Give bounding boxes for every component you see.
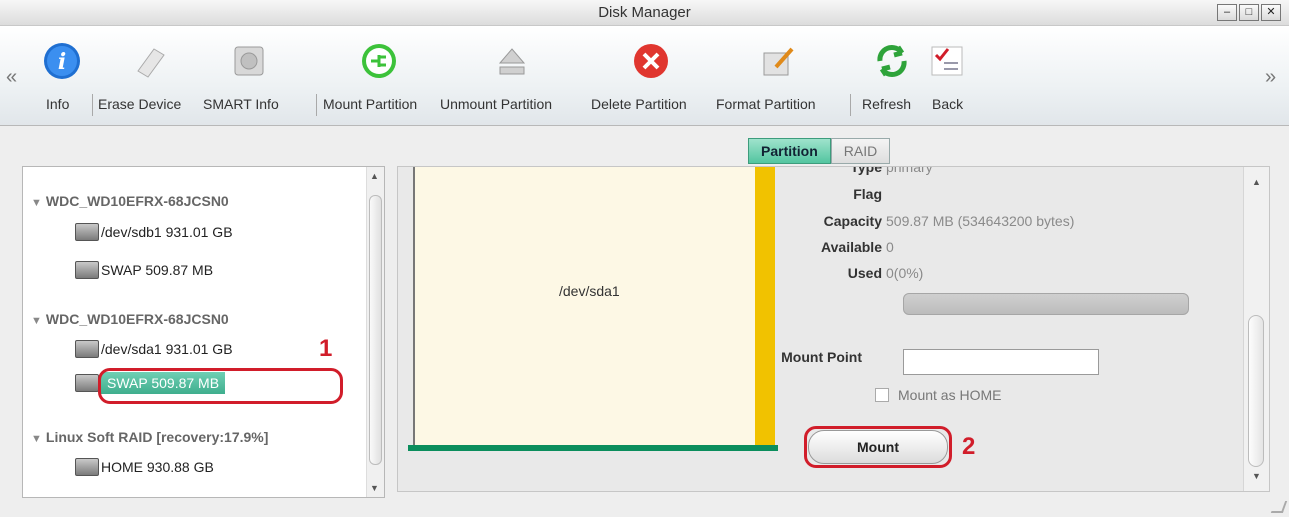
refresh-button[interactable]: Refresh xyxy=(858,26,922,126)
resize-grip-icon[interactable] xyxy=(1270,501,1288,513)
annotation-2: 2 xyxy=(962,433,976,460)
tree-item-swap-1[interactable]: SWAP 509.87 MB xyxy=(75,261,213,279)
available-label: Available xyxy=(821,239,882,255)
eraser-icon xyxy=(137,48,165,78)
tree-item-label: /dev/sdb1 931.01 GB xyxy=(101,224,233,240)
tree-item-label: SWAP 509.87 MB xyxy=(101,262,214,278)
delete-icon xyxy=(634,44,668,78)
tree-item-label: HOME 930.88 GB xyxy=(101,459,214,475)
tree-item-sdb1[interactable]: /dev/sdb1 931.01 GB xyxy=(75,223,233,241)
available-value: 0 xyxy=(886,239,894,255)
expand-triangle-icon[interactable]: ▼ xyxy=(31,433,42,445)
toolbar-separator xyxy=(316,94,317,116)
used-value: 0(0%) xyxy=(886,265,924,281)
window-title: Disk Manager xyxy=(598,4,691,21)
swap-segment-bar[interactable] xyxy=(755,167,775,445)
tab-partition[interactable]: Partition xyxy=(748,138,831,164)
tree-scroll-thumb[interactable] xyxy=(369,195,382,465)
unmount-partition-button[interactable]: Unmount Partition xyxy=(440,26,588,126)
view-tabs: Partition RAID xyxy=(748,138,891,164)
delete-partition-button[interactable]: Delete Partition xyxy=(591,26,715,126)
format-partition-label: Format Partition xyxy=(716,96,816,112)
partition-detail-panel: /dev/sda1 Type primary Flag Capacity 509… xyxy=(397,166,1270,492)
eject-icon xyxy=(498,48,526,75)
mount-as-home-label: Mount as HOME xyxy=(898,387,1002,403)
plug-icon xyxy=(362,44,396,78)
disk-manager-window: Disk Manager – □ ✕ « » i Info Erase Devi… xyxy=(0,0,1289,517)
expand-triangle-icon[interactable]: ▼ xyxy=(31,197,42,209)
minimize-button[interactable]: – xyxy=(1217,4,1237,21)
scroll-up-icon[interactable]: ▲ xyxy=(370,171,379,181)
window-controls: – □ ✕ xyxy=(1217,4,1281,21)
delete-partition-label: Delete Partition xyxy=(591,96,687,112)
tree-group-raid[interactable]: ▼ Linux Soft RAID [recovery:17.9%] xyxy=(31,429,268,445)
tree-item-home[interactable]: HOME 930.88 GB xyxy=(75,458,214,476)
tree-group-label: WDC_WD10EFRX-68JCSN0 xyxy=(45,193,229,209)
toolbar: « » i Info Erase Device SMART Info Mount… xyxy=(0,26,1289,126)
hard-disk-icon xyxy=(75,261,99,279)
erase-device-label: Erase Device xyxy=(98,96,182,112)
capacity-label: Capacity xyxy=(823,213,882,229)
mount-point-label: Mount Point xyxy=(781,349,862,365)
tab-raid[interactable]: RAID xyxy=(830,138,891,164)
flag-label: Flag xyxy=(853,186,882,202)
svg-text:i: i xyxy=(58,49,66,75)
mount-partition-label: Mount Partition xyxy=(323,96,418,112)
smart-info-button[interactable]: SMART Info xyxy=(203,26,303,126)
hard-disk-icon xyxy=(75,340,99,358)
expand-triangle-icon[interactable]: ▼ xyxy=(31,315,42,327)
hard-disk-icon xyxy=(234,46,264,76)
scroll-down-icon[interactable]: ▼ xyxy=(1252,471,1261,481)
tree-scrollbar[interactable]: ▲ ▼ xyxy=(366,167,384,497)
smart-info-label: SMART Info xyxy=(203,96,279,112)
hard-disk-icon xyxy=(75,374,99,392)
tree-group-disk-2[interactable]: ▼ WDC_WD10EFRX-68JCSN0 xyxy=(31,311,229,327)
maximize-button[interactable]: □ xyxy=(1239,4,1259,21)
refresh-label: Refresh xyxy=(862,96,912,112)
annotation-1: 1 xyxy=(319,335,333,362)
capacity-value: 509.87 MB (534643200 bytes) xyxy=(886,213,1075,229)
type-value: primary xyxy=(886,166,933,175)
checklist-icon xyxy=(931,46,963,76)
info-label: Info xyxy=(46,96,70,112)
partition-map-label: /dev/sda1 xyxy=(559,283,620,299)
type-label: Type xyxy=(850,166,882,175)
detail-scroll-thumb[interactable] xyxy=(1248,315,1264,467)
unmount-partition-label: Unmount Partition xyxy=(440,96,553,112)
tree-item-sda1[interactable]: /dev/sda1 931.01 GB xyxy=(75,340,233,358)
tree-group-label: Linux Soft RAID [recovery:17.9%] xyxy=(45,429,269,445)
back-label: Back xyxy=(932,96,964,112)
highlight-outline-1 xyxy=(98,368,343,404)
close-button[interactable]: ✕ xyxy=(1261,4,1281,21)
detail-scrollbar[interactable]: ▲ ▼ xyxy=(1243,167,1269,491)
highlight-outline-2 xyxy=(804,426,952,468)
partition-baseline xyxy=(408,445,778,451)
refresh-icon xyxy=(877,45,907,77)
mount-partition-button[interactable]: Mount Partition xyxy=(323,26,435,126)
erase-device-button[interactable]: Erase Device xyxy=(98,26,198,126)
hard-disk-icon xyxy=(75,458,99,476)
mount-point-input[interactable] xyxy=(903,349,1099,375)
toolbar-scroll-left[interactable]: « xyxy=(6,66,17,89)
back-button[interactable]: Back xyxy=(928,26,984,126)
title-bar: Disk Manager – □ ✕ xyxy=(0,0,1289,26)
hard-disk-icon xyxy=(75,223,99,241)
partition-map[interactable]: /dev/sda1 xyxy=(413,167,775,445)
scroll-down-icon[interactable]: ▼ xyxy=(370,483,379,493)
tree-item-label: /dev/sda1 931.01 GB xyxy=(101,341,233,357)
toolbar-separator xyxy=(850,94,851,116)
used-progress-bar xyxy=(903,293,1189,315)
info-icon: i xyxy=(44,43,80,79)
mount-as-home-checkbox[interactable] xyxy=(875,388,889,402)
info-button[interactable]: i Info xyxy=(40,26,90,126)
device-tree-panel: ▼ WDC_WD10EFRX-68JCSN0 /dev/sdb1 931.01 G… xyxy=(22,166,385,498)
toolbar-separator xyxy=(92,94,93,116)
format-partition-button[interactable]: Format Partition xyxy=(716,26,842,126)
toolbar-scroll-right[interactable]: » xyxy=(1265,66,1276,89)
scroll-up-icon[interactable]: ▲ xyxy=(1252,177,1261,187)
tree-group-label: WDC_WD10EFRX-68JCSN0 xyxy=(45,311,229,327)
tree-group-disk-1[interactable]: ▼ WDC_WD10EFRX-68JCSN0 xyxy=(31,193,229,209)
format-icon xyxy=(763,47,794,76)
used-label: Used xyxy=(847,265,882,281)
